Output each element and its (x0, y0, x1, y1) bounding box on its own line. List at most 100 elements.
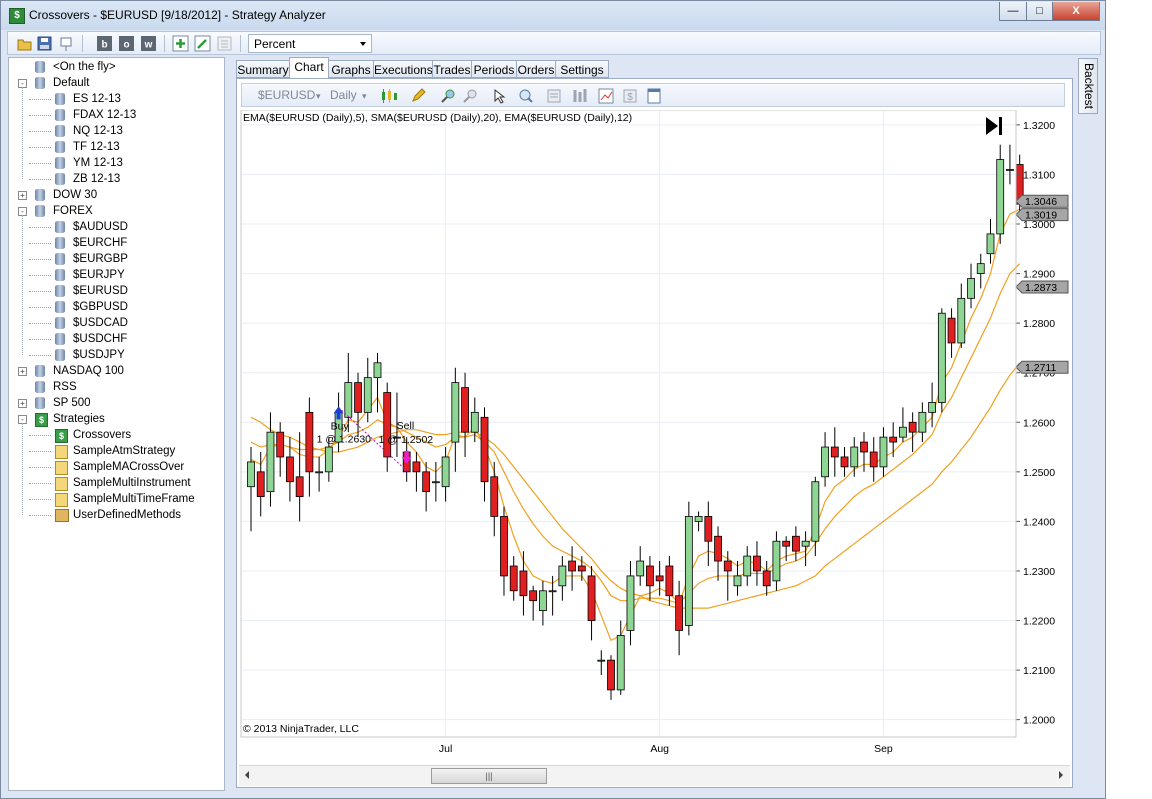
zoom-out-icon[interactable] (462, 88, 478, 104)
bars-icon[interactable] (572, 88, 588, 104)
tree-item[interactable]: SP 500 (53, 395, 91, 411)
candle (937, 308, 946, 413)
properties-icon[interactable] (58, 35, 75, 52)
tree-item[interactable]: $AUDUSD (73, 219, 128, 235)
chart-icon[interactable] (598, 88, 614, 104)
tree-item[interactable]: $USDCAD (73, 315, 128, 331)
tree-item[interactable]: Default (53, 75, 89, 91)
scroll-left-icon[interactable] (245, 771, 249, 779)
database-icon (55, 333, 65, 345)
tree-item[interactable]: ZB 12-13 (73, 171, 120, 187)
price-marker-label: 1.3046 (1025, 196, 1057, 208)
open-folder-icon[interactable] (16, 35, 33, 52)
main-toolbar: b o w Percent (7, 31, 1101, 55)
price-chart[interactable]: Buy1 @ 1.2630 Sell 1 @ 1.2502 1.2000 1.2100… (239, 110, 1070, 764)
tab-orders[interactable]: Orders (516, 60, 556, 78)
copyright-label: © 2013 NinjaTrader, LLC (243, 723, 359, 735)
tree-item[interactable]: FOREX (53, 203, 93, 219)
tree-item[interactable]: <On the fly> (53, 59, 116, 75)
strategy-icon[interactable]: $ (622, 88, 638, 104)
x-tick-label: Jul (439, 743, 452, 755)
period-selector[interactable]: Daily (330, 88, 357, 102)
tree-item[interactable]: $EURUSD (73, 283, 128, 299)
display-mode-dropdown[interactable]: Percent (248, 34, 372, 53)
tab-periods[interactable]: Periods (471, 60, 517, 78)
tree-item[interactable]: ES 12-13 (73, 91, 121, 107)
properties-icon[interactable] (546, 88, 562, 104)
database-icon (35, 61, 45, 73)
price-marker-label: 1.3019 (1025, 210, 1057, 222)
maximize-button[interactable]: □ (1026, 2, 1053, 21)
chart-toolbar: $EURUSD ▾ Daily ▾ $ (241, 83, 1065, 107)
svg-text:b: b (101, 40, 107, 51)
tree-item[interactable]: $EURGBP (73, 251, 128, 267)
expand-icon[interactable]: + (18, 191, 27, 200)
tree-item[interactable]: RSS (53, 379, 77, 395)
tree-item[interactable]: SampleAtmStrategy (73, 443, 175, 459)
tree-item[interactable]: DOW 30 (53, 187, 97, 203)
tree-item[interactable]: $USDJPY (73, 347, 125, 363)
database-icon (55, 301, 65, 313)
dollar-icon: $ (9, 8, 25, 24)
chevron-down-icon: ▾ (362, 91, 367, 101)
tab-executions[interactable]: Executions (373, 60, 433, 78)
tab-chart[interactable]: Chart (289, 57, 329, 79)
tree-item[interactable]: FDAX 12-13 (73, 107, 136, 123)
delete-icon[interactable] (216, 35, 233, 52)
data-box-icon[interactable] (518, 88, 534, 104)
o-icon[interactable]: o (118, 35, 135, 52)
tab-graphs[interactable]: Graphs (328, 60, 374, 78)
tab-trades[interactable]: Trades (432, 60, 472, 78)
y-tick-label: 1.2300 (1023, 566, 1055, 578)
panel-icon[interactable] (646, 88, 662, 104)
tree-item[interactable]: $EURJPY (73, 267, 125, 283)
script-icon (55, 477, 68, 491)
edit-icon[interactable] (194, 35, 211, 52)
tree-item[interactable]: SampleMultiTimeFrame (73, 491, 195, 507)
scrollbar-thumb[interactable]: ||| (431, 768, 547, 784)
database-icon (55, 141, 65, 153)
scroll-right-icon[interactable] (1059, 771, 1063, 779)
chart-panel: $EURUSD ▾ Daily ▾ $ Buy 1 @ 1.2630 Sell … (236, 78, 1073, 788)
cursor-icon[interactable] (492, 88, 508, 104)
svg-text:w: w (144, 40, 153, 51)
script-icon (55, 461, 68, 475)
w-icon[interactable]: w (140, 35, 157, 52)
candlestick-style-icon[interactable] (380, 88, 397, 104)
tree-item[interactable]: $USDCHF (73, 331, 127, 347)
tree-item[interactable]: $GBPUSD (73, 299, 128, 315)
tree-item[interactable]: SampleMACrossOver (73, 459, 184, 475)
expand-icon[interactable]: + (18, 399, 27, 408)
tree-item[interactable]: Crossovers (73, 427, 131, 443)
buy-label: Buy (331, 420, 350, 432)
tree-item[interactable]: UserDefinedMethods (73, 507, 181, 523)
script-icon (55, 445, 68, 459)
minimize-button[interactable]: — (999, 2, 1027, 21)
b-icon[interactable]: b (96, 35, 113, 52)
backtest-side-tab[interactable]: Backtest (1078, 58, 1098, 114)
analyzer-panel: Summary Chart Graphs Executions Trades Period… (232, 57, 1075, 791)
tree-item[interactable]: Strategies (53, 411, 105, 427)
close-button[interactable]: X (1052, 2, 1100, 21)
y-tick-label: 1.3200 (1023, 120, 1055, 132)
database-icon (55, 157, 65, 169)
buy-detail: 1 @ 1.2630 (317, 433, 372, 445)
tree-item[interactable]: NQ 12-13 (73, 123, 123, 139)
instrument-selector[interactable]: $EURUSD (258, 88, 315, 102)
add-icon[interactable] (172, 35, 189, 52)
chevron-down-icon (360, 42, 366, 46)
horizontal-scrollbar[interactable]: ||| (239, 765, 1070, 786)
zoom-in-icon[interactable] (440, 88, 456, 104)
tab-summary[interactable]: Summary (236, 60, 290, 78)
save-icon[interactable] (36, 35, 53, 52)
tree-item[interactable]: TF 12-13 (73, 139, 120, 155)
tree-item[interactable]: SampleMultiInstrument (73, 475, 191, 491)
pencil-icon[interactable] (410, 88, 426, 104)
expand-icon[interactable]: + (18, 367, 27, 376)
tree-item[interactable]: YM 12-13 (73, 155, 123, 171)
tree-item[interactable]: $EURCHF (73, 235, 127, 251)
tab-settings[interactable]: Settings (555, 60, 609, 78)
tree-item[interactable]: NASDAQ 100 (53, 363, 124, 379)
strategy-icon: $ (55, 429, 68, 443)
database-icon (35, 397, 45, 409)
